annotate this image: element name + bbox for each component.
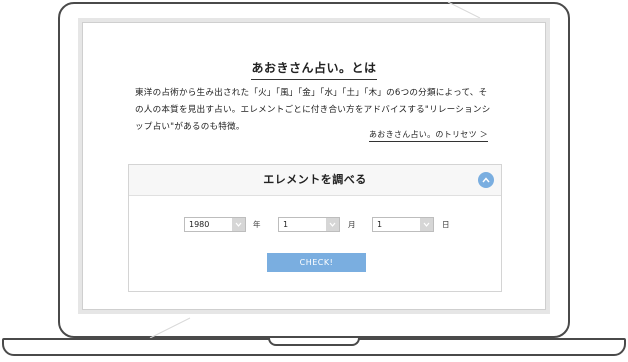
- day-unit: 日: [442, 220, 450, 229]
- laptop-notch: [268, 338, 360, 346]
- check-button[interactable]: CHECK!: [267, 253, 366, 272]
- day-value: 1: [377, 220, 383, 229]
- panel-title: エレメントを調べる: [263, 173, 367, 186]
- year-select[interactable]: 1980: [184, 217, 246, 232]
- month-unit: 月: [348, 220, 356, 229]
- month-value: 1: [283, 220, 289, 229]
- laptop-screen: あおきさん占い。とは 東洋の占術から生み出された「火」「風」「金」「水」「土」「…: [78, 18, 550, 314]
- manual-link[interactable]: あおきさん占い。のトリセツ ＞: [369, 129, 489, 142]
- element-lookup-panel: エレメントを調べる 1980 年 1 月 1 日 CHECK!: [128, 164, 502, 292]
- month-select[interactable]: 1: [278, 217, 340, 232]
- chevron-down-icon: [232, 218, 245, 231]
- year-value: 1980: [189, 220, 210, 229]
- day-select[interactable]: 1: [372, 217, 434, 232]
- title-wrap: あおきさん占い。とは: [83, 57, 545, 80]
- date-selects: 1980 年 1 月 1 日: [129, 217, 501, 233]
- chevron-up-icon[interactable]: [478, 172, 494, 188]
- panel-header[interactable]: エレメントを調べる: [129, 165, 501, 196]
- web-page: あおきさん占い。とは 東洋の占術から生み出された「火」「風」「金」「水」「土」「…: [82, 22, 546, 310]
- page-title: あおきさん占い。とは: [251, 59, 377, 80]
- chevron-down-icon: [326, 218, 339, 231]
- year-unit: 年: [253, 220, 261, 229]
- chevron-down-icon: [420, 218, 433, 231]
